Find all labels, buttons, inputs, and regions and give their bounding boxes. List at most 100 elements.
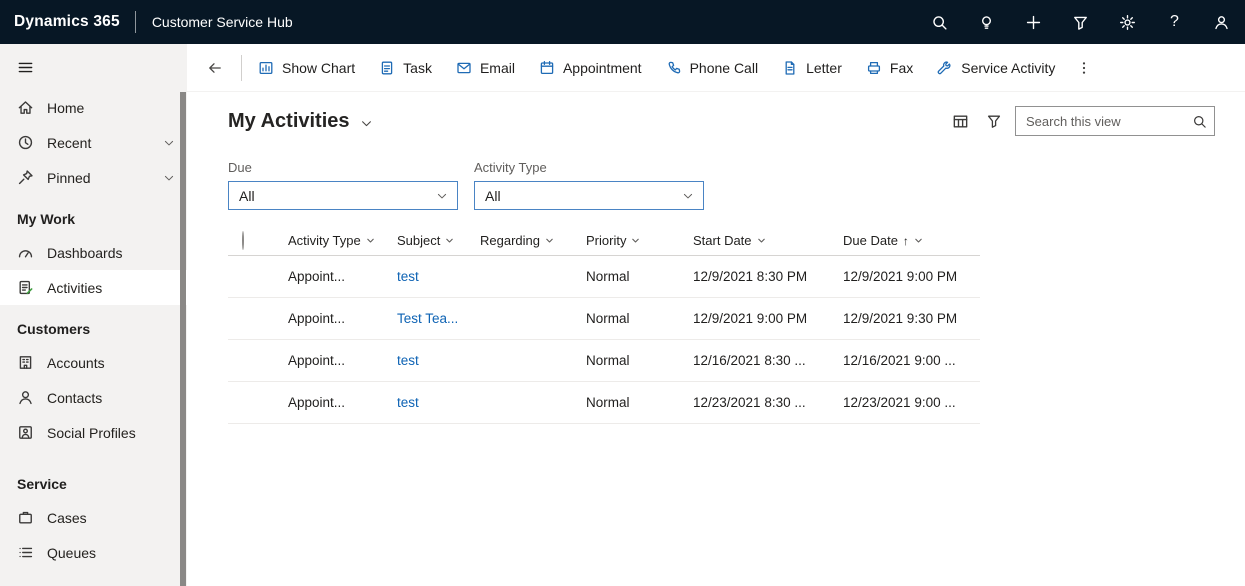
activities-icon <box>17 279 34 296</box>
cell-priority: Normal <box>586 353 693 368</box>
letter-button[interactable]: Letter <box>770 44 854 91</box>
chevron-down-icon <box>914 236 923 245</box>
sidebar-item-activities[interactable]: Activities <box>0 270 187 305</box>
task-button[interactable]: Task <box>367 44 444 91</box>
phone-icon <box>666 60 682 76</box>
vertical-ellipsis-icon <box>1076 60 1092 76</box>
grid-columns-icon <box>952 113 969 130</box>
brand-logo[interactable]: Dynamics 365 <box>14 13 120 31</box>
search-this-view-input[interactable] <box>1026 114 1192 129</box>
gear-icon <box>1119 14 1136 31</box>
view-selector-chevron-icon[interactable] <box>360 117 373 130</box>
column-header-regarding[interactable]: Regarding <box>480 233 586 248</box>
scrollbar-thumb[interactable] <box>180 92 186 586</box>
sidebar-item-queues[interactable]: Queues <box>0 535 187 570</box>
cell-due-date: 12/9/2021 9:30 PM <box>843 311 980 326</box>
sitemap-toggle-button[interactable] <box>0 44 187 90</box>
fax-button[interactable]: Fax <box>854 44 925 91</box>
back-arrow-icon <box>207 60 223 76</box>
cell-activity-type: Appoint... <box>288 269 397 284</box>
column-header-subject[interactable]: Subject <box>397 233 480 248</box>
sidebar-item-home[interactable]: Home <box>0 90 187 125</box>
command-overflow-button[interactable] <box>1067 44 1101 91</box>
command-bar: Show Chart Task Email Appointment Phone … <box>187 44 1245 92</box>
app-name[interactable]: Customer Service Hub <box>152 14 293 30</box>
sitemap-sidebar: Home Recent Pinned My Work Dashboards Ac… <box>0 44 187 586</box>
sidebar-item-accounts[interactable]: Accounts <box>0 345 187 380</box>
account-button[interactable] <box>1198 0 1245 44</box>
search-icon[interactable] <box>1192 114 1207 129</box>
cell-start-date: 12/9/2021 9:00 PM <box>693 311 843 326</box>
chevron-down-icon[interactable] <box>163 137 175 149</box>
cell-activity-type: Appoint... <box>288 311 397 326</box>
sidebar-item-dashboards[interactable]: Dashboards <box>0 235 187 270</box>
table-row[interactable]: Appoint... test Normal 12/16/2021 8:30 .… <box>228 340 980 382</box>
chevron-down-icon[interactable] <box>163 172 175 184</box>
global-search-button[interactable] <box>916 0 963 44</box>
funnel-icon <box>1072 14 1089 31</box>
settings-button[interactable] <box>1104 0 1151 44</box>
chevron-down-icon <box>631 236 640 245</box>
sidebar-item-contacts[interactable]: Contacts <box>0 380 187 415</box>
sidebar-item-label: Queues <box>47 545 96 561</box>
quick-create-suggestions-button[interactable] <box>963 0 1010 44</box>
back-button[interactable] <box>189 44 241 91</box>
column-header-due-date[interactable]: Due Date ↑ <box>843 233 980 248</box>
table-row[interactable]: Appoint... Test Tea... Normal 12/9/2021 … <box>228 298 980 340</box>
cell-subject-link[interactable]: Test Tea... <box>397 311 480 326</box>
activities-grid: Activity Type Subject Regarding Pri <box>228 226 980 424</box>
cell-start-date: 12/23/2021 8:30 ... <box>693 395 843 410</box>
column-header-priority[interactable]: Priority <box>586 233 693 248</box>
sidebar-item-recent[interactable]: Recent <box>0 125 187 160</box>
appointment-button[interactable]: Appointment <box>527 44 654 91</box>
column-header-activity-type[interactable]: Activity Type <box>288 233 397 248</box>
email-button[interactable]: Email <box>444 44 527 91</box>
briefcase-icon <box>17 509 34 526</box>
edit-filters-button[interactable] <box>977 106 1011 136</box>
phone-call-button[interactable]: Phone Call <box>654 44 771 91</box>
sidebar-item-label: Recent <box>47 135 91 151</box>
sort-ascending-icon: ↑ <box>903 234 909 248</box>
advanced-filter-button[interactable] <box>1057 0 1104 44</box>
cell-due-date: 12/9/2021 9:00 PM <box>843 269 980 284</box>
pin-icon <box>17 169 34 186</box>
sidebar-item-label: Dashboards <box>47 245 123 261</box>
column-header-start-date[interactable]: Start Date <box>693 233 843 248</box>
letter-icon <box>782 60 798 76</box>
edit-columns-button[interactable] <box>943 106 977 136</box>
column-label: Priority <box>586 233 626 248</box>
service-activity-label: Service Activity <box>961 60 1055 76</box>
queue-icon <box>17 544 34 561</box>
activity-type-filter-dropdown[interactable]: All <box>474 181 704 210</box>
main-layout: Home Recent Pinned My Work Dashboards Ac… <box>0 44 1245 586</box>
view-title-row: My Activities <box>228 102 1215 140</box>
sidebar-item-cases[interactable]: Cases <box>0 500 187 535</box>
service-activity-button[interactable]: Service Activity <box>925 44 1067 91</box>
column-label: Regarding <box>480 233 540 248</box>
show-chart-button[interactable]: Show Chart <box>246 44 367 91</box>
cell-subject-link[interactable]: test <box>397 269 480 284</box>
cell-subject-link[interactable]: test <box>397 353 480 368</box>
cell-start-date: 12/16/2021 8:30 ... <box>693 353 843 368</box>
table-row[interactable]: Appoint... test Normal 12/23/2021 8:30 .… <box>228 382 980 424</box>
select-all-checkbox[interactable] <box>242 231 244 250</box>
cell-priority: Normal <box>586 269 693 284</box>
chevron-down-icon <box>757 236 766 245</box>
envelope-icon <box>456 60 472 76</box>
cell-subject-link[interactable]: test <box>397 395 480 410</box>
sidebar-item-social-profiles[interactable]: Social Profiles <box>0 415 187 450</box>
help-button[interactable]: ? <box>1151 0 1198 44</box>
fax-icon <box>866 60 882 76</box>
task-label: Task <box>403 60 432 76</box>
topbar-divider <box>135 11 136 33</box>
quick-create-button[interactable] <box>1010 0 1057 44</box>
filter-bar: Due All Activity Type All <box>228 160 1215 210</box>
sidebar-scrollbar[interactable] <box>180 92 186 586</box>
due-filter-group: Due All <box>228 160 458 210</box>
person-frame-icon <box>17 424 34 441</box>
person-icon <box>1213 14 1230 31</box>
table-row[interactable]: Appoint... test Normal 12/9/2021 8:30 PM… <box>228 256 980 298</box>
due-filter-dropdown[interactable]: All <box>228 181 458 210</box>
sidebar-item-pinned[interactable]: Pinned <box>0 160 187 195</box>
sidebar-item-label: Social Profiles <box>47 425 136 441</box>
